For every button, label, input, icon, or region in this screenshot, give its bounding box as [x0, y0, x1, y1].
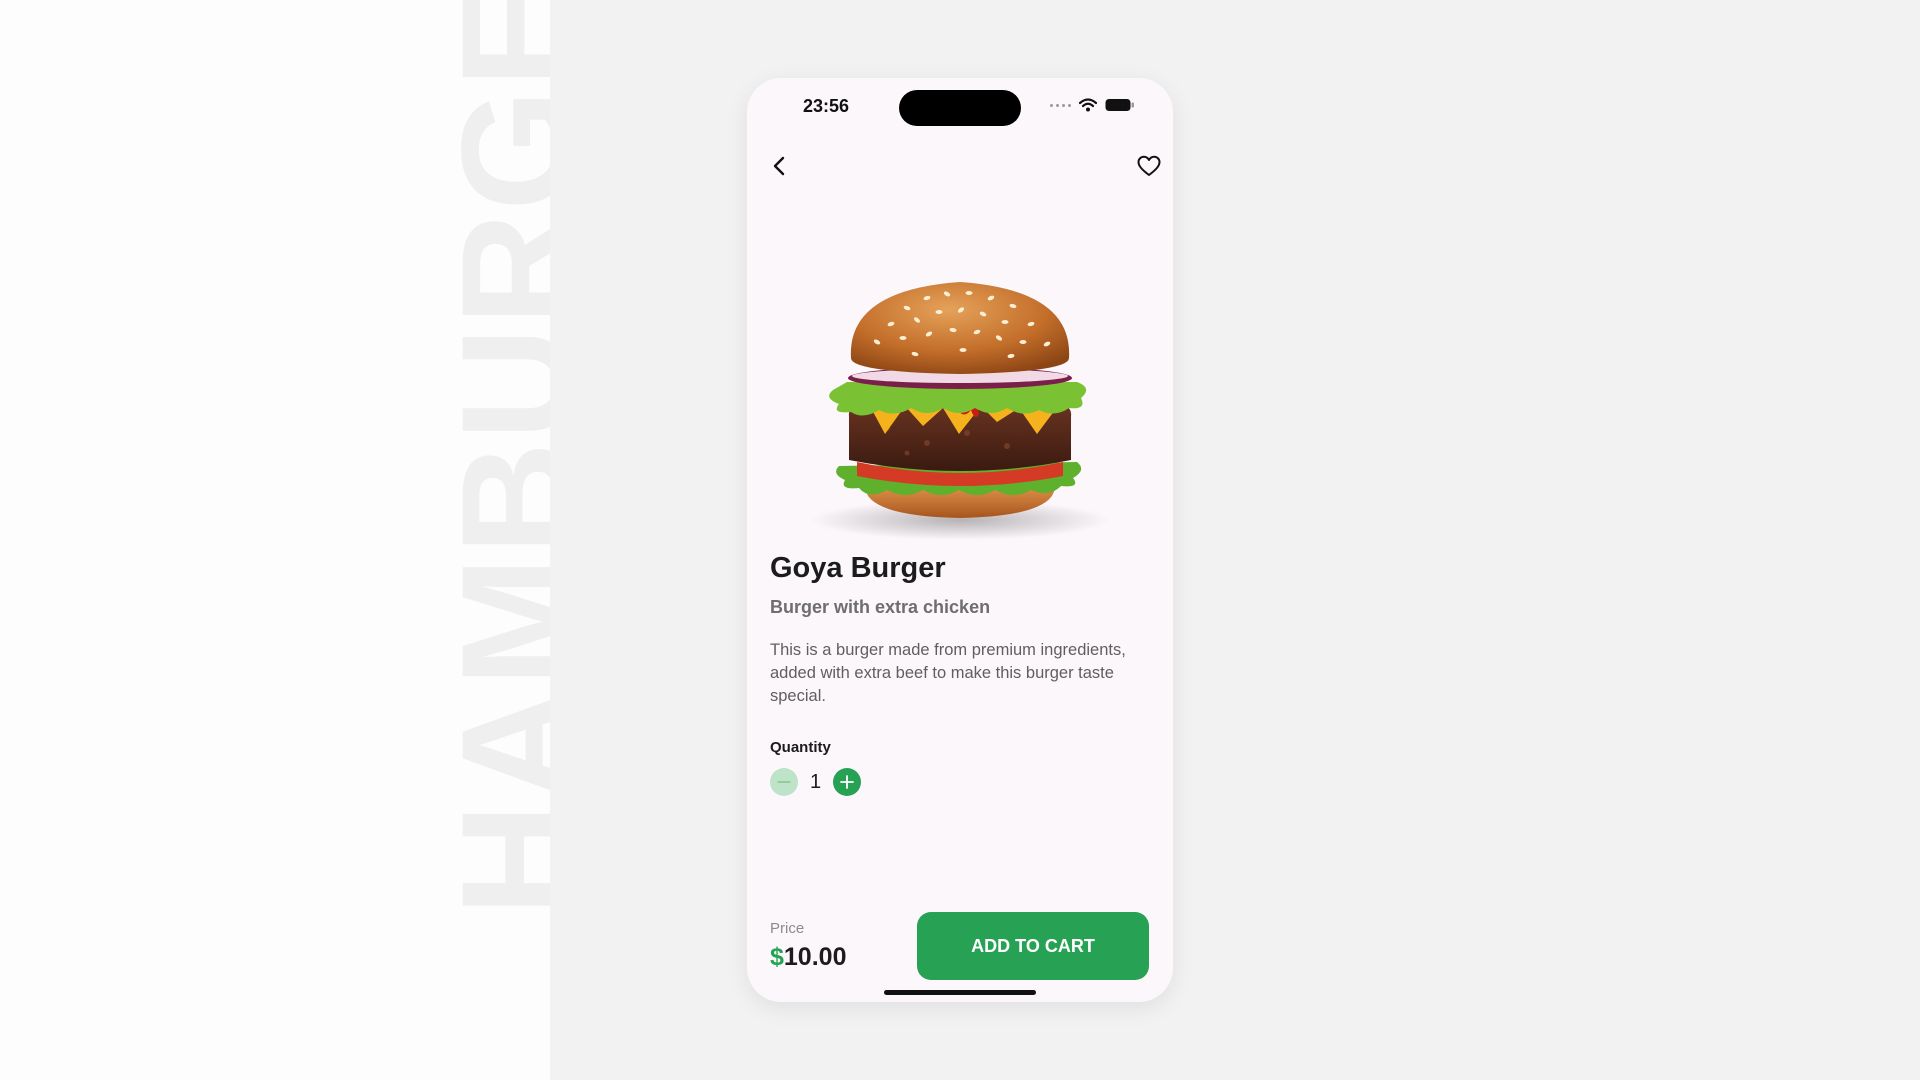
price-value: $10.00 [770, 943, 846, 972]
price-amount: 10.00 [783, 943, 847, 971]
quantity-stepper: 1 [770, 768, 862, 796]
home-indicator [884, 990, 1036, 995]
burger-image [810, 282, 1110, 540]
quantity-label: Quantity [770, 739, 831, 756]
increase-quantity-button[interactable] [833, 768, 862, 796]
wifi-icon [1079, 98, 1097, 112]
background-word: HAMBURGER [430, 0, 550, 916]
heart-icon[interactable] [1135, 152, 1163, 180]
product-title: Goya Burger [770, 552, 946, 584]
decrease-quantity-button[interactable] [770, 768, 798, 796]
status-time: 23:56 [803, 96, 850, 116]
battery-icon [1105, 99, 1134, 111]
chevron-left-icon[interactable] [765, 152, 793, 180]
signal-icon [1050, 103, 1071, 107]
dynamic-island [899, 90, 1021, 126]
plus-icon [840, 775, 855, 789]
product-subtitle: Burger with extra chicken [770, 597, 991, 617]
quantity-value: 1 [810, 770, 822, 793]
product-description: This is a burger made from premium ingre… [770, 641, 1126, 705]
status-icons [1050, 98, 1135, 112]
left-panel: HAMBURGER [0, 0, 550, 1080]
add-to-cart-button[interactable]: ADD TO CART [917, 912, 1149, 980]
minus-icon [777, 781, 791, 783]
phone-screen: 23:56 Goya Burger Burger with extra chic… [747, 78, 1173, 1002]
price-currency: $ [770, 943, 784, 971]
price-label: Price [770, 920, 805, 937]
